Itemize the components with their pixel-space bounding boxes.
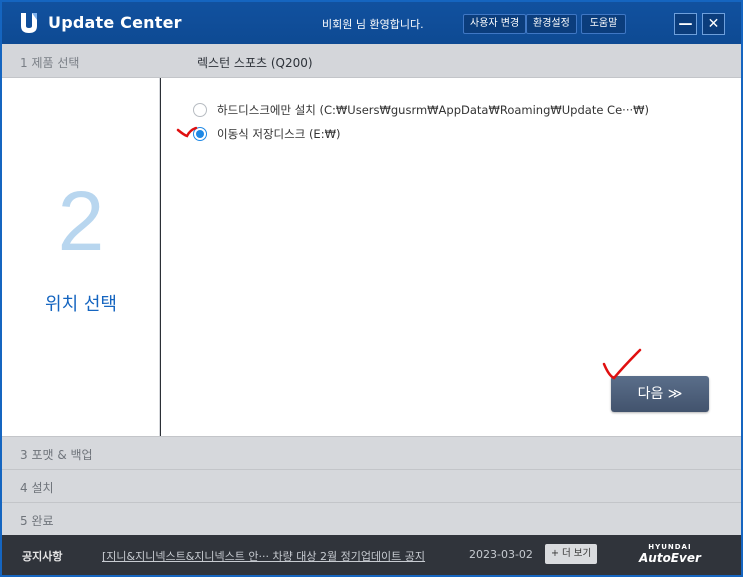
help-button[interactable]: 도움말 [581,14,626,34]
welcome-message: 비회원 님 환영합니다. [322,18,424,31]
update-center-logo-icon [21,13,37,33]
change-user-button[interactable]: 사용자 변경 [463,14,527,34]
more-button[interactable]: + 더 보기 [545,544,598,564]
step-3-label: 3 포맷 & 백업 [20,448,93,462]
settings-button[interactable]: 환경설정 [526,14,577,34]
step-indicator-panel: 2 위치 선택 [2,78,160,436]
red-annotation-mark-icon [176,126,198,138]
step-4-label: 4 설치 [20,481,54,495]
option-hard-disk[interactable]: 하드디스크에만 설치 (C:₩Users₩gusrm₩AppData₩Roami… [193,102,649,118]
step-number: 2 [57,174,105,268]
step-4-header[interactable]: 4 설치 [2,469,741,502]
option-removable-disk-label: 이동식 저장디스크 (E:₩) [217,127,341,141]
step-5-label: 5 완료 [20,514,54,528]
radio-hard-disk[interactable] [193,103,207,117]
option-removable-disk[interactable]: 이동식 저장디스크 (E:₩) [193,126,340,142]
red-checkmark-annotation-icon [602,348,642,380]
title-bar: Update Center 비회원 님 환영합니다. 사용자 변경 환경설정 도… [2,2,741,44]
selected-product: 렉스턴 스포츠 (Q200) [197,56,313,70]
update-center-window: Update Center 비회원 님 환영합니다. 사용자 변경 환경설정 도… [0,0,743,577]
step-1-header[interactable]: 1 제품 선택 렉스턴 스포츠 (Q200) [2,44,741,78]
app-title: Update Center [48,13,182,32]
notice-label: 공지사항 [22,550,63,563]
step-3-header[interactable]: 3 포맷 & 백업 [2,436,741,469]
option-hard-disk-label: 하드디스크에만 설치 (C:₩Users₩gusrm₩AppData₩Roami… [217,103,649,117]
notice-date: 2023-03-02 [469,548,533,561]
hyundai-autoever-logo: HYUNDAI AutoEver [639,543,701,565]
brand-bottom-text: AutoEver [639,551,701,565]
location-options-panel: 하드디스크에만 설치 (C:₩Users₩gusrm₩AppData₩Roami… [161,78,741,436]
step-title: 위치 선택 [45,294,117,315]
step-1-label: 1 제품 선택 [20,56,80,70]
step-5-header[interactable]: 5 완료 [2,502,741,535]
minimize-button[interactable]: — [674,13,697,35]
notice-bar: 공지사항 [지니&지니넥스트&지니넥스트 안··· 차량 대상 2월 정기업데이… [2,535,741,575]
notice-link[interactable]: [지니&지니넥스트&지니넥스트 안··· 차량 대상 2월 정기업데이트 공지 [102,548,425,564]
brand-top-text: HYUNDAI [648,543,692,551]
close-button[interactable]: ✕ [702,13,725,35]
